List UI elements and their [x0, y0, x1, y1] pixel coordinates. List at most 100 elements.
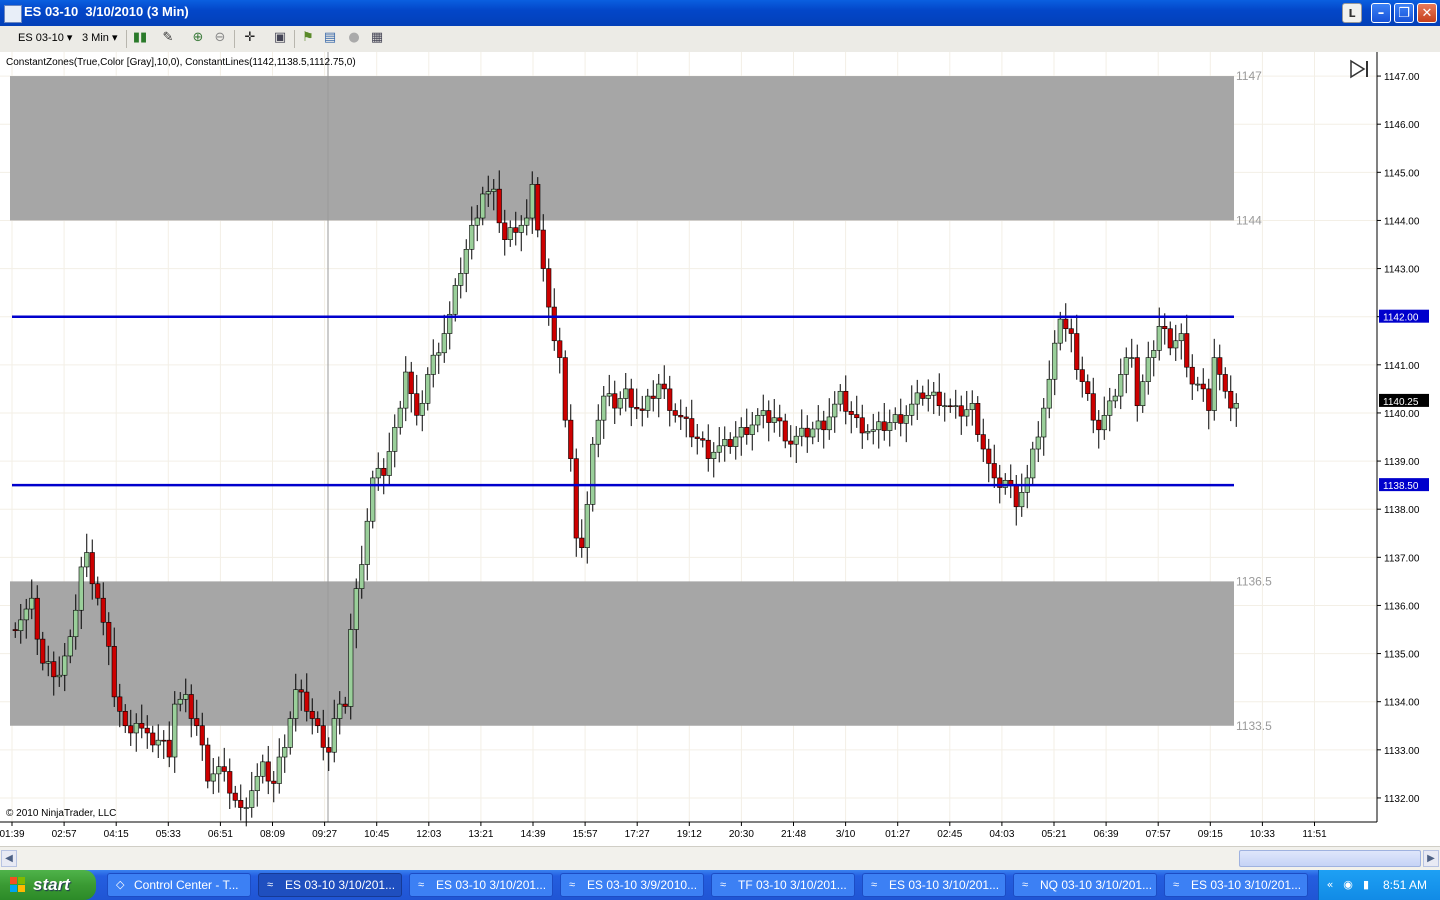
candle-body: [870, 429, 876, 432]
time-tick-label: 19:12: [677, 829, 702, 840]
candle-body: [518, 224, 524, 233]
candle-body: [755, 415, 761, 426]
candle-body: [529, 184, 535, 219]
candle-body: [177, 698, 183, 705]
taskbar-task[interactable]: ≈ ES 03-10 3/10/201...: [1164, 873, 1308, 897]
candle-body: [909, 403, 915, 416]
last-price-label: 1140.25: [1383, 397, 1419, 408]
candle-body: [309, 711, 315, 719]
candle-body: [964, 409, 970, 417]
interval-selector[interactable]: 3 Min ▾: [82, 31, 117, 44]
candle-body: [183, 694, 189, 700]
price-tick-label: 1146.00: [1384, 120, 1420, 131]
strategy-icon[interactable]: ▤: [322, 30, 338, 46]
candle-body: [634, 407, 640, 410]
candle-body: [469, 224, 475, 250]
candle-body: [733, 436, 739, 447]
scroll-thumb[interactable]: [1239, 850, 1421, 867]
zoom-out-icon[interactable]: ⊖: [212, 30, 228, 46]
time-tick-label: 07:57: [1146, 829, 1171, 840]
taskbar-task[interactable]: ≈ ES 03-10 3/10/201...: [409, 873, 553, 897]
time-tick-label: 10:33: [1250, 829, 1275, 840]
candle-body: [579, 537, 585, 548]
candle-body: [1118, 374, 1124, 397]
candle-body: [18, 619, 24, 632]
candle-body: [793, 435, 799, 445]
task-label: ES 03-10 3/10/201...: [889, 878, 1000, 892]
taskbar-task[interactable]: ◇ Control Center - T...: [107, 873, 251, 897]
window-title-bar[interactable]: ES 03-10 3/10/2010 (3 Min) L – ❐ ✕: [0, 0, 1440, 26]
restore-button[interactable]: ❐: [1394, 3, 1414, 23]
candle-body: [287, 718, 293, 748]
minimize-button[interactable]: –: [1371, 3, 1391, 23]
candle-body: [958, 405, 964, 417]
candle-body: [744, 427, 750, 435]
candle-body: [133, 723, 139, 734]
candle-body: [628, 388, 634, 408]
toolbar-divider: [294, 30, 295, 48]
chart-scrollbar[interactable]: ◀ ▶: [0, 846, 1440, 871]
candle-body: [1019, 492, 1025, 508]
scroll-left-button[interactable]: ◀: [1, 850, 17, 867]
candle-body: [617, 398, 623, 409]
taskbar-task[interactable]: ≈ ES 03-10 3/9/2010...: [560, 873, 704, 897]
zoom-in-icon[interactable]: ⊕: [190, 30, 206, 46]
price-tick-label: 1135.00: [1384, 650, 1420, 661]
candle-body: [727, 439, 733, 447]
price-tick-label: 1140.00: [1384, 409, 1420, 420]
instrument-selector[interactable]: ES 03-10 ▾: [18, 31, 72, 44]
scroll-right-button[interactable]: ▶: [1423, 850, 1439, 867]
candle-body: [1140, 381, 1146, 407]
candle-body: [243, 807, 249, 809]
link-button[interactable]: L: [1342, 3, 1362, 23]
tray-expand-icon[interactable]: «: [1323, 878, 1337, 892]
candle-body: [381, 467, 387, 476]
candle-body: [1228, 390, 1234, 409]
time-tick-label: 02:45: [937, 829, 962, 840]
price-chart[interactable]: 1147 1144 1136.5 1133.5 1132.00 1133.00 1134.0…: [0, 52, 1440, 846]
stop-icon[interactable]: ●: [346, 30, 362, 46]
task-window-icon: ◇: [116, 879, 125, 891]
candle-body: [1085, 381, 1091, 394]
task-window-icon: ≈: [720, 879, 727, 891]
candle-body: [188, 694, 194, 719]
candle-body: [1189, 366, 1195, 385]
taskbar-task[interactable]: ≈ ES 03-10 3/10/201...: [862, 873, 1006, 897]
price-tick-label: 1143.00: [1384, 265, 1420, 276]
candle-body: [249, 790, 255, 808]
candle-body: [535, 184, 541, 231]
network-icon[interactable]: ◉: [1341, 878, 1355, 892]
skip-to-end-icon[interactable]: [1348, 58, 1372, 80]
crosshair-icon[interactable]: ✛: [242, 30, 258, 46]
indicator-icon[interactable]: ⚑: [300, 30, 316, 46]
chart-canvas[interactable]: 1147 1144 1136.5 1133.5 1132.00 1133.00 1134.0…: [0, 52, 1440, 846]
taskbar-task[interactable]: ≈ NQ 03-10 3/10/201...: [1013, 873, 1157, 897]
taskbar-task[interactable]: ≈ ES 03-10 3/10/201...: [258, 873, 402, 897]
security-icon[interactable]: ▮: [1359, 878, 1373, 892]
candle-body: [254, 775, 260, 792]
candle-body: [1112, 395, 1118, 402]
time-tick-label: 01:39: [0, 829, 25, 840]
data-box-icon[interactable]: ▦: [369, 30, 385, 46]
candle-body: [749, 424, 755, 435]
candle-body: [986, 448, 992, 464]
candle-body: [573, 458, 579, 539]
pencil-icon[interactable]: ✎: [160, 30, 176, 46]
candle-body: [606, 393, 612, 397]
candle-body: [546, 268, 552, 308]
taskbar-task[interactable]: ≈ TF 03-10 3/10/201...: [711, 873, 855, 897]
close-button[interactable]: ✕: [1417, 3, 1437, 23]
task-label: ES 03-10 3/10/201...: [436, 878, 547, 892]
candles-icon[interactable]: ▮▮: [132, 30, 148, 46]
candle-body: [667, 388, 673, 411]
candle-body: [441, 333, 447, 354]
candle-body: [612, 393, 618, 409]
time-tick-label: 05:33: [156, 829, 181, 840]
task-label: ES 03-10 3/10/201...: [285, 878, 396, 892]
properties-icon[interactable]: ▣: [272, 30, 288, 46]
candle-body: [221, 766, 227, 772]
start-button[interactable]: start: [0, 870, 96, 900]
candle-body: [1129, 357, 1135, 359]
task-window-icon: ≈: [569, 879, 576, 891]
candle-body: [705, 439, 711, 459]
